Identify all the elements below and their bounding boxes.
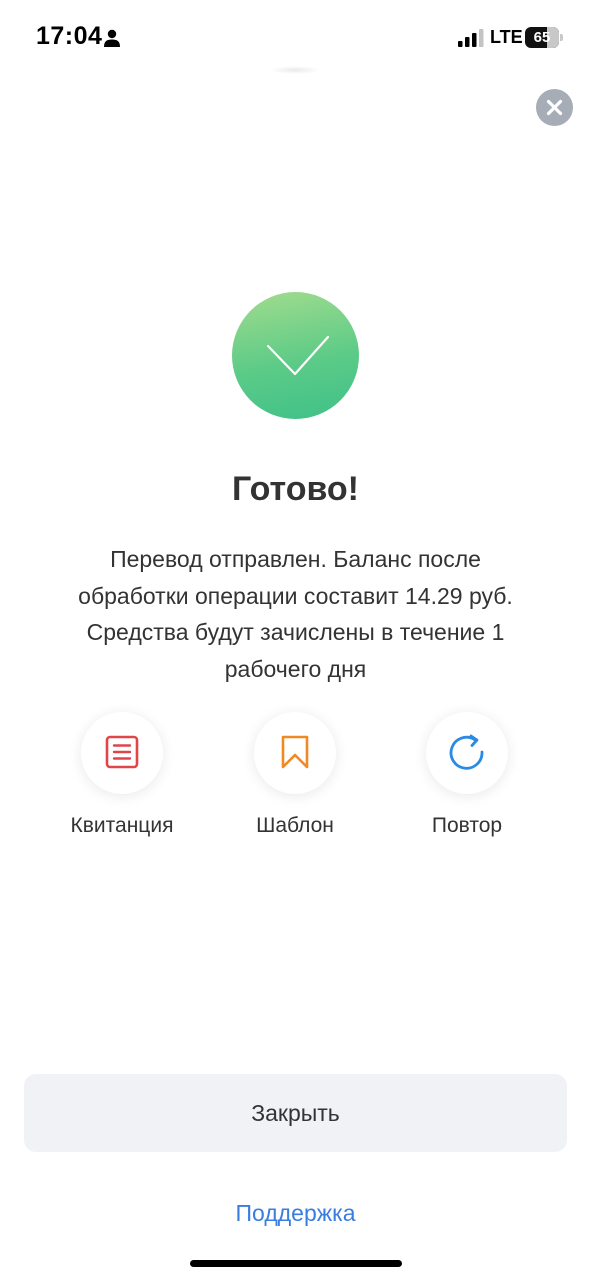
person-icon: [104, 29, 120, 47]
payment-success-screen: 17:04 LTE 65 Готово! Перевод отправлен. …: [0, 0, 591, 1280]
home-indicator[interactable]: [190, 1260, 402, 1267]
sheet-drag-handle[interactable]: [270, 66, 320, 74]
close-screen-button[interactable]: Закрыть: [24, 1074, 567, 1152]
repeat-icon: [449, 734, 484, 770]
bookmark-icon: [281, 735, 309, 769]
success-badge: [232, 292, 359, 419]
repeat-label: Повтор: [431, 814, 503, 837]
result-description: Перевод отправлен. Баланс после обработк…: [40, 541, 551, 687]
description-line: обработки операции составит 14.29 руб.: [78, 582, 513, 609]
description-line: рабочего дня: [224, 655, 367, 682]
battery-icon: 65: [525, 27, 563, 48]
support-link[interactable]: Поддержка: [0, 1200, 591, 1227]
receipt-label: Квитанция: [70, 814, 174, 837]
cellular-signal-icon: [458, 29, 484, 47]
status-bar: 17:04 LTE 65: [0, 0, 591, 76]
repeat-button[interactable]: [426, 712, 508, 794]
receipt-icon: [105, 735, 139, 769]
checkmark-icon: [266, 335, 330, 376]
close-button[interactable]: [536, 89, 573, 126]
result-title: Готово!: [231, 470, 360, 508]
close-icon: [546, 99, 563, 116]
receipt-action[interactable]: Квитанция: [42, 712, 202, 842]
description-line: Средства будут зачислены в течение 1: [86, 619, 505, 645]
battery-level: 65: [533, 29, 551, 46]
receipt-button[interactable]: [81, 712, 163, 794]
description-line: Перевод отправлен. Баланс после: [110, 546, 481, 572]
network-type-label: LTE: [490, 27, 523, 47]
template-label: Шаблон: [256, 814, 334, 837]
repeat-action[interactable]: Повтор: [387, 712, 547, 842]
template-action[interactable]: Шаблон: [215, 712, 375, 842]
status-time: 17:04: [36, 22, 103, 50]
template-button[interactable]: [254, 712, 336, 794]
